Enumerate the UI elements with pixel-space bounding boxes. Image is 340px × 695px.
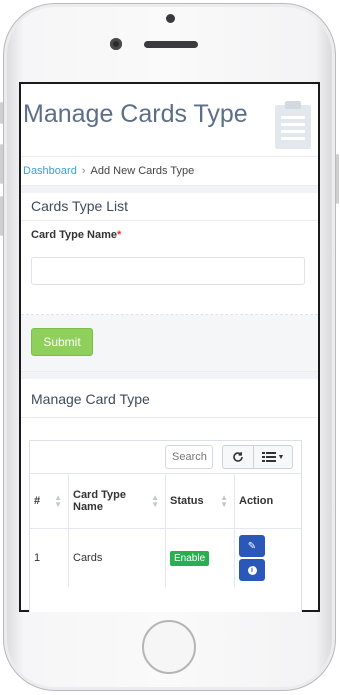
info-icon: i: [247, 565, 257, 575]
breadcrumb-separator: ›: [81, 165, 86, 177]
submit-button[interactable]: Submit: [31, 328, 93, 356]
edit-button[interactable]: ✎: [239, 535, 265, 557]
card-type-table: ▼ # ▲▼ Card Type Name ▲▼ Status ▲▼ Action 1…: [29, 440, 302, 612]
power-button: [336, 154, 339, 204]
section-gap: [21, 186, 318, 193]
status-badge: Enable: [170, 550, 210, 566]
page-header: Manage Cards Type: [21, 84, 318, 157]
breadcrumb: Dashboard › Add New Cards Type: [21, 157, 318, 186]
row-actions: ✎ i: [235, 529, 302, 588]
sort-icon: ▲ ▼: [151, 493, 159, 509]
breadcrumb-dashboard-link[interactable]: Dashboard: [23, 165, 77, 177]
caret-down-icon: ▼: [277, 453, 285, 461]
pencil-icon: ✎: [247, 540, 257, 552]
row-status-cell: Enable: [165, 528, 235, 587]
columns-toggle-button[interactable]: ▼: [253, 445, 293, 469]
table-toolbar: ▼: [30, 441, 301, 474]
volume-down-button: [0, 196, 3, 236]
card-type-name-label: Card Type Name*: [31, 229, 305, 241]
list-icon: [261, 452, 276, 462]
proximity-sensor: [166, 14, 175, 23]
info-button[interactable]: i: [239, 559, 265, 581]
refresh-button[interactable]: [222, 445, 254, 469]
table-row: 1 Cards Enable ✎ i: [30, 528, 302, 588]
required-mark: *: [117, 229, 122, 241]
column-header-status-label: Status: [170, 495, 204, 507]
card-type-name-label-text: Card Type Name: [31, 229, 117, 241]
row-index: 1: [30, 528, 69, 587]
sort-icon: ▲ ▼: [54, 493, 62, 509]
breadcrumb-current: Add New Cards Type: [90, 165, 195, 177]
form-panel-heading: Cards Type List: [21, 193, 318, 221]
column-header-action-label: Action: [239, 495, 274, 507]
mute-switch: [0, 102, 3, 124]
column-header-index-label: #: [34, 495, 41, 507]
card-type-name-input[interactable]: [31, 257, 305, 285]
table-panel-heading: Manage Card Type: [21, 379, 318, 418]
page-title: Manage Cards Type: [23, 100, 248, 128]
volume-up-button: [0, 144, 3, 184]
table-header-row: # ▲ ▼ Card Type Name ▲ ▼ Status ▲ ▼ Action: [30, 474, 301, 529]
column-header-name[interactable]: Card Type Name ▲ ▼: [68, 474, 166, 529]
column-header-index[interactable]: # ▲ ▼: [30, 474, 69, 529]
refresh-icon: [233, 452, 243, 462]
section-gap-2: [21, 372, 318, 379]
card-type-form: Card Type Name*: [21, 221, 318, 315]
sort-icon: ▲ ▼: [220, 493, 228, 509]
earpiece-speaker: [144, 41, 198, 48]
column-header-action: Action: [234, 474, 301, 529]
row-card-type-name: Cards: [68, 528, 166, 587]
form-actions: Submit: [21, 315, 318, 372]
column-header-name-label: Card Type Name: [73, 489, 126, 513]
front-camera: [110, 38, 122, 50]
clipboard-icon: [275, 101, 311, 149]
table-search-input[interactable]: [165, 445, 213, 469]
home-button[interactable]: [142, 620, 196, 674]
column-header-status[interactable]: Status ▲ ▼: [165, 474, 235, 529]
data-table: # ▲ ▼ Card Type Name ▲ ▼ Status ▲ ▼ Action 1 C…: [30, 474, 301, 587]
